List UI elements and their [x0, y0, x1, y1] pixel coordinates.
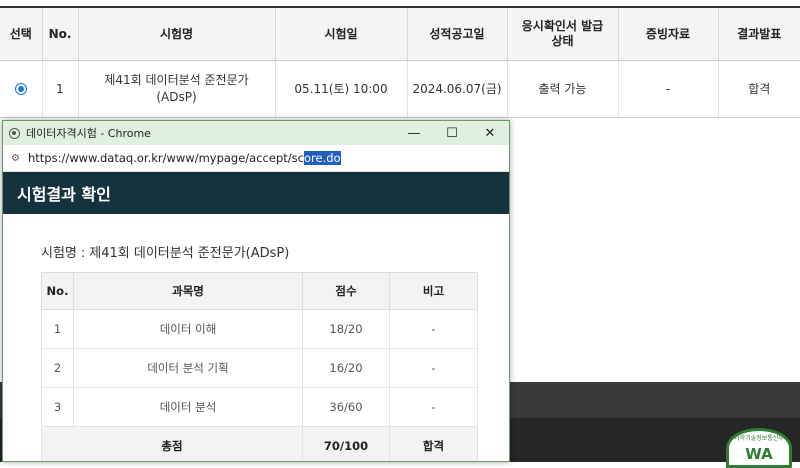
- score-col-note: 비고: [389, 272, 478, 310]
- score-row-note: -: [389, 309, 478, 349]
- table-row: 3 데이터 분석 36/60 -: [41, 387, 478, 427]
- score-row-note: -: [389, 387, 478, 427]
- window-controls: — ☐ ✕: [395, 121, 509, 145]
- col-header-exam-date: 시험일: [275, 6, 408, 61]
- url-text[interactable]: https://www.dataq.or.kr/www/mypage/accep…: [28, 151, 304, 165]
- exam-name-label: 시험명: [41, 246, 77, 261]
- select-cell: [0, 60, 43, 118]
- row-cert-status[interactable]: 출력 가능: [507, 60, 619, 118]
- score-row-subject: 데이터 분석 기획: [73, 348, 303, 388]
- col-header-announce-date: 성적공고일: [407, 6, 508, 61]
- total-row: 총점 70/100 합격: [41, 426, 478, 461]
- exam-list-table: 선택 No. 시험명 시험일 성적공고일 응시확인서 발급상태 증빙자료 결과발…: [0, 6, 800, 118]
- score-row-subject: 데이터 분석: [73, 387, 303, 427]
- total-result: 합격: [389, 426, 478, 461]
- total-label: 총점: [41, 426, 303, 461]
- window-titlebar[interactable]: 데이터자격시험 - Chrome — ☐ ✕: [3, 121, 509, 145]
- select-radio[interactable]: [14, 83, 27, 95]
- popup-title: 시험결과 확인: [17, 185, 111, 204]
- table-row: 1 제41회 데이터분석 준전문가 (ADsP) 05.11(토) 10:00 …: [0, 60, 800, 118]
- site-info-icon[interactable]: ⚙: [11, 153, 20, 164]
- exam-name-value: 제41회 데이터분석 준전문가(ADsP): [89, 246, 290, 261]
- row-result[interactable]: 합격: [718, 60, 800, 118]
- col-header-cert-status: 응시확인서 발급상태: [507, 6, 619, 61]
- close-button[interactable]: ✕: [471, 121, 509, 145]
- window-title: 데이터자격시험 - Chrome: [26, 127, 151, 140]
- popup-body: 시험명: 제41회 데이터분석 준전문가(ADsP) No. 과목명 점수 비고 …: [3, 242, 509, 461]
- table-row: 2 데이터 분석 기획 16/20 -: [41, 348, 478, 388]
- score-row-score: 36/60: [302, 387, 390, 427]
- col-header-exam-name: 시험명: [78, 6, 276, 61]
- chrome-icon: [9, 127, 20, 139]
- minimize-button[interactable]: —: [395, 121, 433, 145]
- popup-header: 시험결과 확인: [3, 172, 509, 214]
- row-exam-date: 05.11(토) 10:00: [275, 60, 408, 118]
- score-row-no: 1: [41, 309, 74, 349]
- score-header-row: No. 과목명 점수 비고: [41, 272, 478, 310]
- score-row-no: 3: [41, 387, 74, 427]
- score-table: No. 과목명 점수 비고 1 데이터 이해 18/20 - 2 데이터 분석 …: [41, 272, 478, 461]
- url-selection[interactable]: ore.do: [303, 151, 341, 165]
- logo-caption: 과학기술정보통신부: [734, 435, 784, 442]
- score-row-score: 16/20: [302, 348, 390, 388]
- col-header-result: 결과발표: [718, 6, 800, 61]
- col-header-evidence: 증빙자료: [618, 6, 719, 61]
- logo-text: WA: [745, 445, 773, 463]
- score-row-score: 18/20: [302, 309, 390, 349]
- score-col-score: 점수: [302, 272, 390, 310]
- ministry-logo: 과학기술정보통신부 WA: [726, 428, 792, 468]
- score-row-no: 2: [41, 348, 74, 388]
- exam-list-header-row: 선택 No. 시험명 시험일 성적공고일 응시확인서 발급상태 증빙자료 결과발…: [0, 6, 800, 61]
- exam-name-line: 시험명: 제41회 데이터분석 준전문가(ADsP): [41, 246, 290, 261]
- table-row: 1 데이터 이해 18/20 -: [41, 309, 478, 349]
- score-col-subject: 과목명: [73, 272, 303, 310]
- row-evidence: -: [618, 60, 719, 118]
- score-row-subject: 데이터 이해: [73, 309, 303, 349]
- row-exam-name: 제41회 데이터분석 준전문가 (ADsP): [78, 60, 276, 118]
- score-row-note: -: [389, 348, 478, 388]
- col-header-no: No.: [42, 6, 79, 61]
- row-no: 1: [42, 60, 79, 118]
- result-popup-window: 데이터자격시험 - Chrome — ☐ ✕ ⚙ https://www.dat…: [2, 120, 510, 462]
- address-bar[interactable]: ⚙ https://www.dataq.or.kr/www/mypage/acc…: [3, 145, 509, 172]
- total-score: 70/100: [302, 426, 390, 461]
- maximize-button[interactable]: ☐: [433, 121, 471, 145]
- col-header-select: 선택: [0, 6, 43, 61]
- score-col-no: No.: [41, 272, 74, 310]
- row-announce-date: 2024.06.07(금): [407, 60, 508, 118]
